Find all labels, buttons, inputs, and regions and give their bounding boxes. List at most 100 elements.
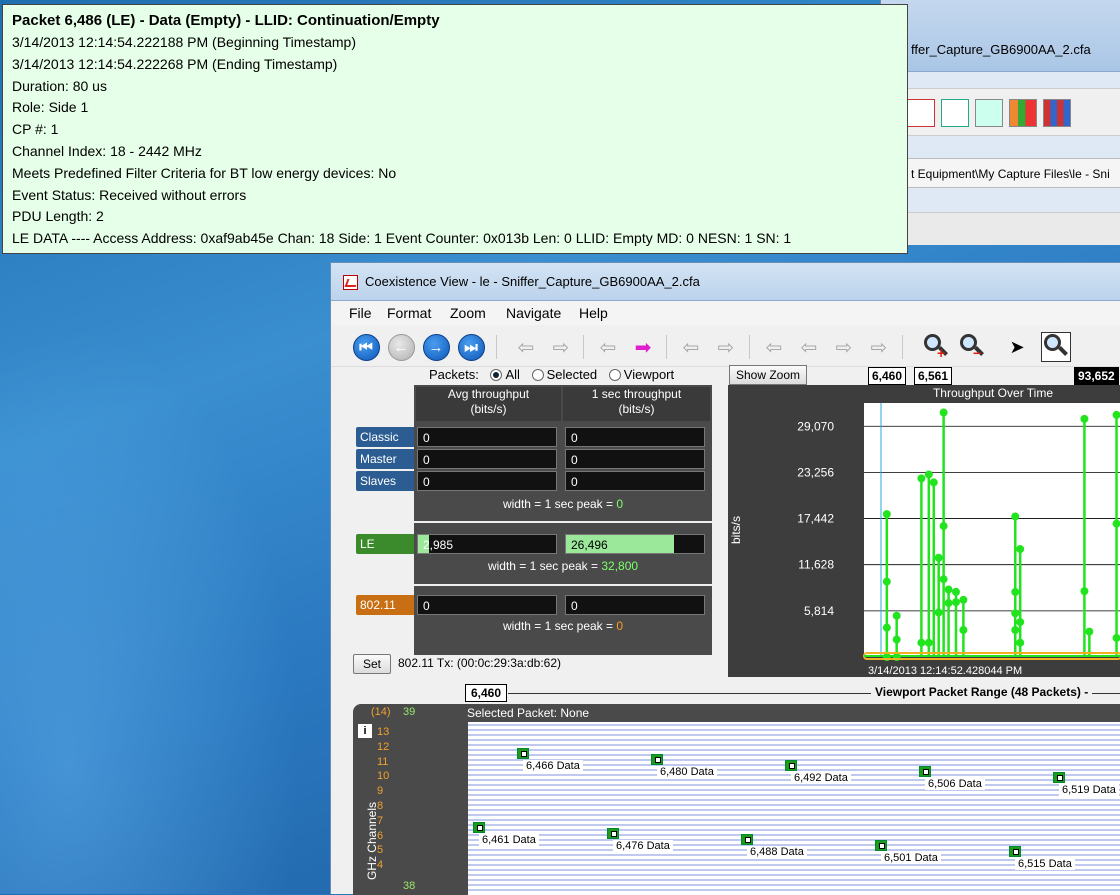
wifi-sec-value: 0 [565,595,705,615]
menu-bar: File Format Zoom Navigate Help [331,301,1120,325]
classic-sec-value: 0 [565,427,705,447]
packet-label: 6,501 Data [881,852,941,864]
packet-label: 6,506 Data [925,778,985,790]
channel-number: 38 [403,880,416,892]
channel-panel[interactable]: i GHz Channels (14) 39 38 13 12 11 10 9 8 7 6 5 4… [353,704,1120,895]
menu-navigate[interactable]: Navigate [506,305,561,321]
le-peak-note: width = 1 sec peak = 32,800 [414,559,712,573]
prev-arrow-button[interactable]: ⇦ [511,332,541,362]
zoom-out-button[interactable]: − [957,332,987,362]
range-end-box[interactable]: 6,561 [914,367,953,385]
coexistence-view-window[interactable]: Coexistence View - le - Sniffer_Capture_… [330,262,1120,895]
data-point [882,577,891,586]
le-label: LE [356,534,414,554]
background-window[interactable]: ffer_Capture_GB6900AA_2.cfa t Equipment\… [880,0,1120,245]
data-point [934,553,943,562]
viewport-start-box[interactable]: 6,460 [465,684,507,702]
master-sec-value: 0 [565,449,705,469]
set-button[interactable]: Set [353,654,391,674]
toolbar-separator [749,335,750,359]
radio-selected[interactable] [531,369,544,381]
first-packet-button[interactable]: ⏮ [351,332,381,362]
viewport-range-label: Viewport Packet Range (48 Packets) - [871,685,1093,699]
background-window-strip [881,212,1120,245]
zoom-tool-button[interactable] [1041,332,1071,362]
next-selected-button[interactable]: ➡ [628,332,658,362]
packet-square-icon [919,766,931,777]
chart-icon[interactable] [907,99,935,127]
packet-square-icon [473,822,485,833]
next-arrow-button[interactable]: ⇨ [546,332,576,362]
prev-marker-button[interactable]: ⇦ [759,332,789,362]
plot-area [864,403,1120,657]
left-arrow-icon: ⇦ [800,336,818,359]
radio-all[interactable] [490,369,503,381]
range-total-box: 93,652 [1074,367,1119,385]
zoom-out-icon: − [958,333,986,361]
range-start-box[interactable]: 6,460 [868,367,907,385]
radio-viewport[interactable] [608,369,621,381]
menu-format[interactable]: Format [387,305,431,321]
channel-number: 39 [403,706,416,718]
right-arrow-icon: ⇨ [835,336,853,359]
info-icon[interactable]: i [358,724,372,738]
throughput-chart[interactable]: Throughput Over Time 29,070 23,256 17,442 11… [728,385,1120,677]
back-arrow-icon: ← [387,333,415,361]
radio-selected-label[interactable]: Selected [547,367,598,382]
bar-chart-icon[interactable] [1009,99,1037,127]
packet-label: 6,519 Data [1059,784,1119,796]
window-titlebar[interactable]: Coexistence View - le - Sniffer_Capture_… [331,263,1120,301]
menu-zoom[interactable]: Zoom [450,305,486,321]
toolbar-separator [583,335,584,359]
data-point [944,585,953,594]
menu-help[interactable]: Help [579,305,608,321]
le-avg-value: 2,985 [417,534,557,554]
app-chart-icon [343,275,358,290]
next-marker2-button[interactable]: ⇨ [864,332,894,362]
tooltip-line: 3/14/2013 12:14:54.222188 PM (Beginning … [12,34,357,50]
toolbar-separator [496,335,497,359]
avg-throughput-header: Avg throughput (bits/s) [416,387,561,421]
export-icon[interactable] [975,99,1003,127]
prev-marker2-button[interactable]: ⇦ [794,332,824,362]
prev-event-button[interactable]: ⇦ [676,332,706,362]
previous-button[interactable]: ← [386,332,416,362]
zoom-in-icon: + [922,333,950,361]
y-tick-label: 23,256 [797,465,834,479]
radio-viewport-label[interactable]: Viewport [624,367,674,382]
show-zoom-button[interactable]: Show Zoom [729,365,807,385]
next-button[interactable]: → [421,332,451,362]
chart-green-icon[interactable] [941,99,969,127]
next-marker-button[interactable]: ⇨ [829,332,859,362]
pointer-icon: ➤ [1009,336,1025,357]
data-point [939,522,948,531]
multi-bar-chart-icon[interactable] [1043,99,1071,127]
slaves-sec-value: 0 [565,471,705,491]
data-point [1080,587,1089,596]
radio-all-label[interactable]: All [505,367,519,382]
forward-arrow-icon: → [422,333,450,361]
zoom-in-button[interactable]: + [921,332,951,362]
menu-file[interactable]: File [349,305,372,321]
packet-square-icon [651,754,663,765]
prev-selected-button[interactable]: ⇦ [593,332,623,362]
navigation-toolbar: ⏮ ← → ⏭ ⇦ ⇨ ⇦ ➡ ⇦ ⇨ ⇦ ⇦ ⇨ ⇨ + − ➤ [331,327,1120,367]
channel-number: 6 [377,829,384,842]
packet-label: 6,488 Data [747,846,807,858]
y-tick-label: 29,070 [797,419,834,433]
desktop-background [0,250,340,894]
classic-peak-value: 0 [616,497,624,511]
tooltip-line: Duration: 80 us [12,77,107,94]
next-event-button[interactable]: ⇨ [711,332,741,362]
data-point [1011,609,1020,618]
packet-square-icon [517,748,529,759]
channel-number: 5 [377,844,384,857]
tooltip-line: Channel Index: 18 - 2442 MHz [12,142,202,159]
pointer-button[interactable]: ➤ [1002,332,1032,362]
last-packet-button[interactable]: ⏭ [456,332,486,362]
classic-label: Classic [356,427,414,447]
channel-plot[interactable]: 6,466 Data 6,480 Data 6,492 Data 6,506 Data… [468,722,1120,895]
data-point [1011,587,1020,596]
background-window-titlebar[interactable]: ffer_Capture_GB6900AA_2.cfa [881,0,1120,72]
master-label: Master [356,449,414,469]
